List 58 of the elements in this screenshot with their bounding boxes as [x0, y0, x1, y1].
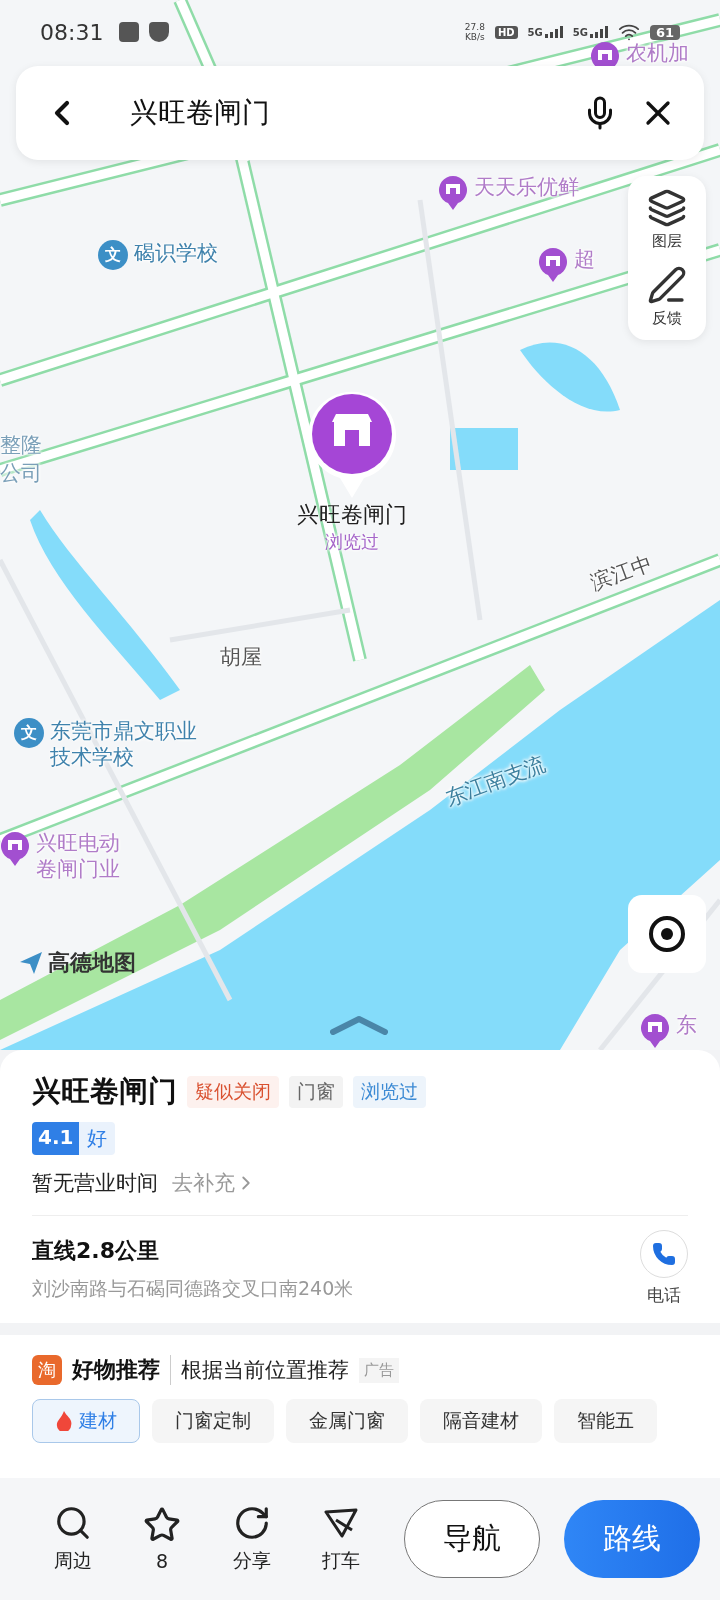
address-text: 刘沙南路与石碣同德路交叉口南240米 — [32, 1275, 354, 1301]
locate-button[interactable] — [628, 895, 706, 973]
pencil-icon — [647, 265, 687, 305]
hd-badge: HD — [494, 25, 518, 39]
rating-score: 4.1 — [32, 1122, 80, 1155]
shield-icon — [149, 22, 170, 42]
signal-indicator: 5G — [572, 26, 608, 38]
recommend-title: 好物推荐 — [72, 1355, 171, 1385]
star-icon — [143, 1506, 182, 1544]
category-chip[interactable]: 隔音建材 — [420, 1399, 542, 1443]
category-chip[interactable]: 建材 — [32, 1399, 140, 1443]
layers-icon — [647, 188, 687, 228]
map-label: 超 — [574, 246, 595, 272]
map-label: 东江南支流 — [441, 750, 550, 812]
action-button[interactable]: 分享 — [210, 1504, 293, 1574]
map-label: 兴旺电动卷闸门业 — [36, 830, 121, 882]
category-chip[interactable]: 金属门窗 — [286, 1399, 408, 1443]
action-button[interactable]: 周边 — [32, 1504, 114, 1574]
battery-level: 61 — [649, 24, 680, 40]
phone-icon — [652, 1242, 676, 1266]
action-button[interactable]: 打车 — [300, 1504, 382, 1574]
map-label: 碣识学校 — [134, 240, 218, 266]
flame-icon — [55, 1411, 73, 1431]
place-tag: 门窗 — [289, 1076, 343, 1108]
map-label: 东莞市鼎文职业技术学校 — [50, 718, 198, 770]
signal-indicator: 5G — [527, 26, 563, 38]
place-tag: 疑似关闭 — [187, 1076, 279, 1108]
school-marker-icon: 文 — [14, 718, 44, 748]
map-label: 胡屋 — [220, 644, 262, 670]
map-label: 东 — [676, 1012, 697, 1038]
distance-text: 直线2.8公里 — [32, 1236, 160, 1265]
ad-badge: 广告 — [359, 1357, 399, 1383]
school-marker-icon: 文 — [98, 240, 128, 270]
category-chip[interactable]: 智能五 — [554, 1399, 657, 1443]
category-chip[interactable]: 门窗定制 — [152, 1399, 274, 1443]
pin-title: 兴旺卷闸门 — [297, 501, 407, 529]
place-title: 兴旺卷闸门 — [32, 1073, 177, 1110]
map-control-button[interactable]: 图层 — [647, 188, 687, 251]
chevron-up-icon[interactable] — [330, 1015, 388, 1035]
map-label: 滨江中 — [587, 550, 656, 596]
shop-logo: 淘 — [32, 1355, 62, 1385]
action-button[interactable]: 8 — [121, 1506, 203, 1572]
rating-label: 好 — [79, 1122, 116, 1155]
status-time: 08:31 — [40, 19, 104, 45]
locate-icon — [647, 914, 687, 954]
opening-hours: 暂无营业时间 — [32, 1170, 158, 1197]
recommend-subtitle: 根据当前位置推荐 — [181, 1357, 349, 1384]
map-label: 整隆 — [0, 432, 42, 458]
place-tag: 浏览过 — [353, 1076, 426, 1108]
arrow-logo-icon — [18, 950, 44, 976]
network-speed: 27.8 KB/s — [464, 22, 485, 42]
map-logo-text: 高德地图 — [48, 949, 136, 977]
route-button[interactable]: 路线 — [563, 1500, 700, 1578]
store-marker-icon — [538, 246, 568, 282]
store-marker-icon — [438, 174, 468, 210]
map-control-button[interactable]: 反馈 — [647, 265, 687, 328]
map-label: 农机加 — [626, 40, 689, 66]
navigate-button[interactable]: 导航 — [403, 1500, 540, 1578]
